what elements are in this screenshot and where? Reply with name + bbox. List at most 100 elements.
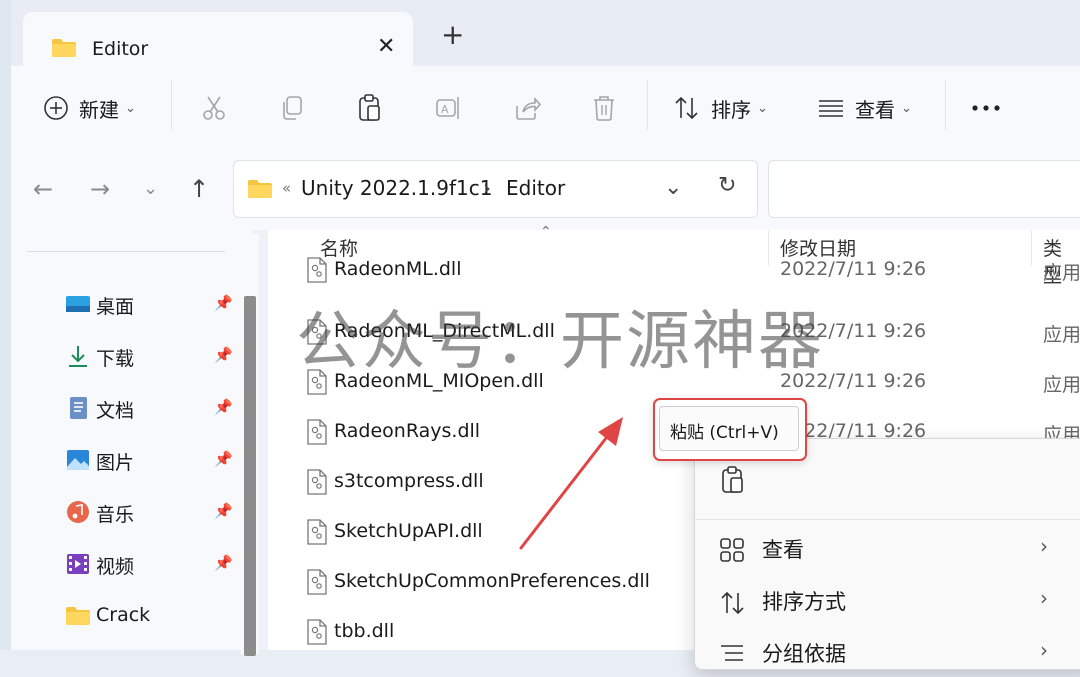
dll-file-icon [307, 257, 327, 283]
sort-ascending-icon: ⌃ [540, 224, 552, 240]
up-arrow-icon[interactable]: ↑ [189, 175, 209, 203]
chevron-right-icon: › [1040, 586, 1048, 610]
file-name: RadeonML_DirectML.dll [334, 320, 555, 342]
rename-icon: A [436, 97, 459, 119]
back-arrow-icon[interactable]: ← [33, 175, 53, 203]
chevron-right-icon: › [1040, 638, 1048, 662]
file-name: RadeonML_MIOpen.dll [334, 370, 544, 392]
share-icon [516, 96, 541, 120]
sidebar-item-desktop[interactable]: 桌面 📌 [63, 289, 243, 319]
chevron-down-icon: ⌄ [757, 100, 768, 116]
sidebar-item-downloads[interactable]: 下载 📌 [63, 341, 243, 371]
context-menu: 查看 › 排序方式 › 分组依据 › [694, 438, 1080, 670]
dll-file-icon [307, 319, 327, 345]
pin-icon: 📌 [214, 346, 233, 364]
tab-bar: Editor ✕ + [11, 0, 1080, 66]
divider [171, 80, 172, 130]
delete-icon [594, 96, 614, 121]
file-name: RadeonRays.dll [334, 420, 481, 442]
sidebar-item-documents[interactable]: 文档 📌 [63, 393, 243, 423]
navigation-pane: 桌面 📌 下载 📌 文档 📌 图片 📌 音乐 📌 视频 📌 Crack [11, 230, 259, 656]
cut-icon [203, 96, 225, 120]
dll-file-icon [307, 619, 327, 645]
address-overflow[interactable]: « [282, 179, 291, 197]
menu-item-sort-by[interactable]: 排序方式 › [695, 575, 1080, 625]
more-button[interactable] [971, 66, 1001, 150]
file-date: 2022/7/11 9:26 [780, 370, 927, 392]
file-type: 应用 [1043, 262, 1080, 284]
plus-icon[interactable]: + [441, 21, 464, 49]
rename-button[interactable]: A [435, 66, 463, 150]
sort-label: 排序 [711, 97, 751, 122]
share-button[interactable] [513, 66, 541, 150]
paste-icon[interactable] [720, 465, 746, 495]
document-icon [70, 397, 87, 419]
tooltip-body: 粘贴 (Ctrl+V) [659, 406, 799, 451]
sidebar-item-pictures[interactable]: 图片 📌 [63, 445, 243, 475]
command-bar: 新建 ⌄ A 排序 ⌄ 查看 ⌄ [11, 66, 1080, 151]
file-name: SketchUpAPI.dll [334, 520, 483, 542]
close-icon[interactable]: ✕ [377, 34, 395, 59]
menu-item-view[interactable]: 查看 › [695, 523, 1080, 573]
download-icon [69, 346, 87, 367]
file-name: RadeonML.dll [334, 258, 462, 280]
sort-icon [721, 591, 744, 615]
sort-button[interactable]: 排序 ⌄ [673, 66, 768, 150]
address-bar[interactable]: « Unity 2022.1.9f1c1 › Editor ⌄ ↻ [233, 160, 758, 218]
tab-editor[interactable]: Editor ✕ [23, 12, 413, 66]
pin-icon: 📌 [214, 294, 233, 312]
sidebar-item-music[interactable]: 音乐 📌 [63, 497, 243, 527]
new-button[interactable]: 新建 ⌄ [43, 66, 136, 150]
file-name: tbb.dll [334, 620, 395, 642]
view-list-icon [819, 100, 843, 117]
file-name: SketchUpCommonPreferences.dll [334, 570, 650, 592]
pin-icon: 📌 [214, 554, 233, 572]
breadcrumb-segment[interactable]: Unity 2022.1.9f1c1 [301, 176, 492, 200]
dll-file-icon [307, 369, 327, 395]
table-row[interactable]: RadeonML.dll 2022/7/11 9:26 应用 [268, 248, 1080, 298]
group-icon [721, 645, 743, 661]
dll-file-icon [307, 419, 327, 445]
table-row[interactable]: RadeonML_DirectML.dll 2022/7/11 9:26 应用 [268, 310, 1080, 360]
file-type: 应用 [1043, 324, 1080, 346]
pin-icon: 📌 [214, 398, 233, 416]
folder-icon [52, 39, 76, 57]
paste-button[interactable] [357, 66, 383, 150]
divider [647, 80, 648, 130]
recent-locations-chevron-icon[interactable]: ⌄ [143, 178, 158, 199]
sidebar-item-crack[interactable]: Crack [63, 601, 243, 631]
add-circle-icon [44, 96, 68, 120]
menu-item-group-by[interactable]: 分组依据 › [695, 627, 1080, 677]
search-input[interactable] [768, 160, 1080, 218]
new-label: 新建 [79, 97, 119, 122]
sidebar-item-label: 视频 [96, 556, 135, 578]
folder-icon [248, 180, 272, 198]
paste-tooltip: 粘贴 (Ctrl+V) [653, 398, 807, 461]
tooltip-text: 粘贴 (Ctrl+V) [670, 423, 779, 443]
cut-button[interactable] [201, 66, 227, 150]
pin-icon: 📌 [214, 450, 233, 468]
music-icon [67, 501, 89, 523]
file-date: 2022/7/11 9:26 [780, 320, 927, 342]
delete-button[interactable] [591, 66, 617, 150]
dll-file-icon [307, 469, 327, 495]
refresh-icon[interactable]: ↻ [718, 173, 736, 198]
breadcrumb-separator[interactable]: › [483, 176, 491, 200]
forward-arrow-icon[interactable]: → [90, 175, 110, 203]
sidebar-item-label: 音乐 [96, 504, 135, 526]
copy-icon [283, 96, 302, 120]
file-explorer-window: Editor ✕ + 新建 ⌄ A 排序 ⌄ 查看 ⌄ ← → ⌄ ↑ « Un… [11, 0, 1080, 670]
divider [945, 80, 946, 130]
chevron-down-icon[interactable]: ⌄ [664, 175, 682, 200]
sidebar-item-videos[interactable]: 视频 📌 [63, 549, 243, 579]
ellipsis-icon [972, 105, 1000, 111]
sidebar-item-label: 图片 [96, 452, 135, 474]
divider [27, 251, 225, 252]
copy-button[interactable] [279, 66, 305, 150]
chevron-right-icon: › [1040, 534, 1048, 558]
sidebar-item-label: Crack [96, 604, 151, 626]
breadcrumb-segment[interactable]: Editor [506, 176, 565, 200]
sidebar-scroll-thumb[interactable] [244, 296, 256, 656]
view-button[interactable]: 查看 ⌄ [817, 66, 912, 150]
dll-file-icon [307, 569, 327, 595]
